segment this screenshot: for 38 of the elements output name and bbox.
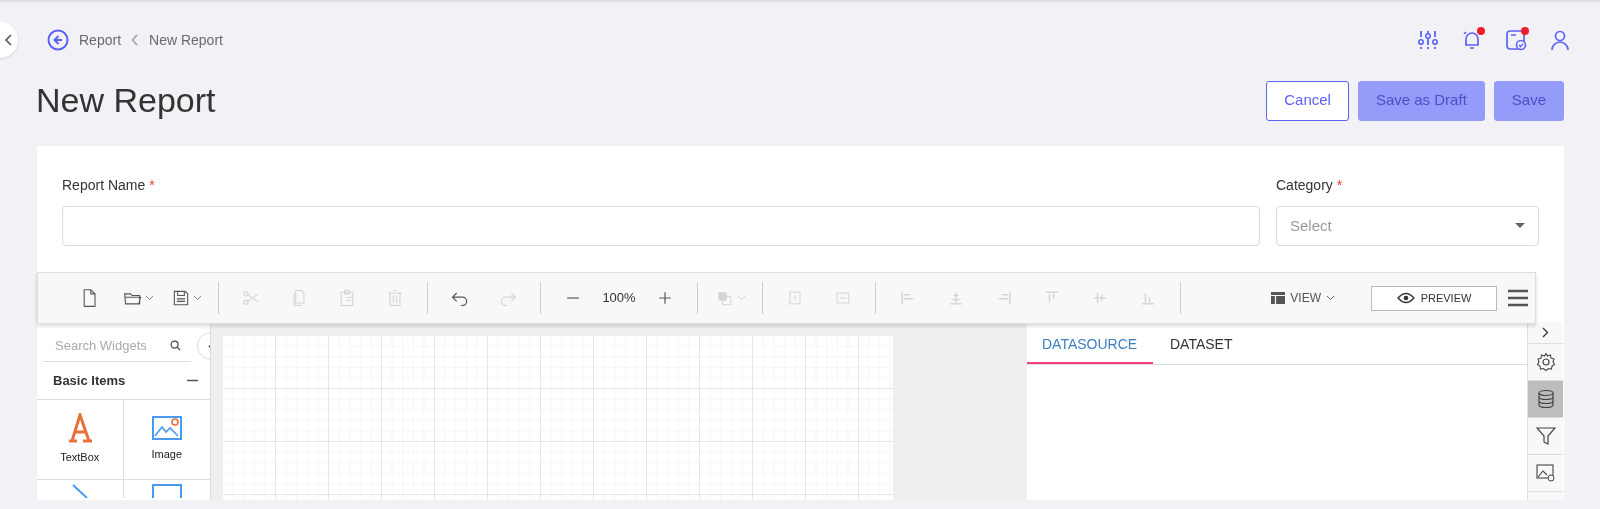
filter-icon <box>1535 426 1556 446</box>
view-menu[interactable]: VIEW <box>1271 289 1335 307</box>
category-select[interactable]: Select <box>1276 206 1539 246</box>
user-icon[interactable] <box>1548 28 1572 52</box>
section-title: Basic Items <box>53 371 126 390</box>
caret-icon <box>1326 295 1335 301</box>
preview-button[interactable]: PREVIEW <box>1371 285 1497 311</box>
database-icon <box>1535 389 1556 409</box>
report-name-input[interactable] <box>62 206 1260 246</box>
line-icon <box>71 484 88 498</box>
eye-icon <box>1396 292 1415 304</box>
panel-tab[interactable]: DATASOURCE <box>1027 326 1153 364</box>
action-button[interactable]: Cancel <box>1266 80 1349 121</box>
search-field[interactable]: Search Widgets <box>43 330 191 362</box>
image-icon <box>151 416 182 441</box>
widget-tile[interactable]: TextBox <box>37 400 124 480</box>
required-mark: * <box>1336 176 1343 195</box>
chevron-icon <box>4 34 14 46</box>
image-settings-icon <box>1535 463 1556 483</box>
chevron-icon <box>131 34 140 46</box>
gear-icon <box>1535 352 1556 372</box>
menu-icon[interactable] <box>1507 289 1529 307</box>
zoom-level-text: 100% <box>601 289 637 308</box>
side-tab[interactable] <box>1528 381 1563 418</box>
search-icon <box>170 340 181 351</box>
field-label: Category <box>1276 176 1333 195</box>
field-label: Report Name <box>62 176 146 195</box>
layout-icon <box>1271 292 1286 304</box>
widget-tile[interactable]: Image <box>123 400 210 480</box>
dropdown-caret-icon <box>1515 223 1525 229</box>
breadcrumb-link[interactable]: Report <box>79 29 122 51</box>
panel-tab[interactable]: DATASET <box>1155 326 1248 364</box>
breadcrumb-link[interactable]: New Report <box>149 29 223 51</box>
page-title: New Report <box>36 80 216 121</box>
sliders-icon[interactable] <box>1416 28 1440 52</box>
chevron-icon[interactable] <box>1542 327 1549 338</box>
calendar-check-icon[interactable] <box>1504 28 1528 52</box>
required-mark: * <box>149 176 155 195</box>
